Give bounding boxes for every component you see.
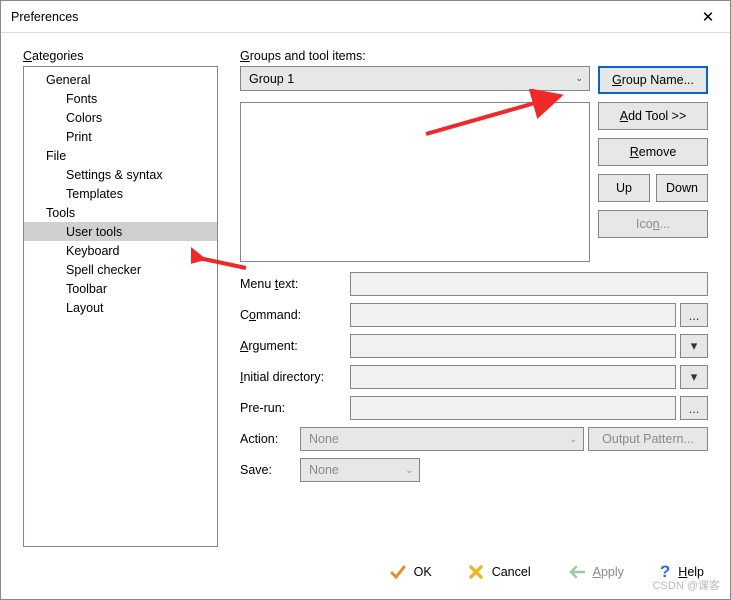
tree-item-user-tools[interactable]: User tools bbox=[24, 222, 217, 241]
dialog-footer: OK Cancel Apply ? Help bbox=[1, 551, 730, 599]
check-icon bbox=[390, 564, 406, 580]
pre-run-browse-button[interactable]: ... bbox=[680, 396, 708, 420]
group-name-button[interactable]: Group Name... bbox=[598, 66, 708, 94]
dropdown-icon: ▾ bbox=[691, 369, 698, 385]
titlebar: Preferences ✕ bbox=[1, 1, 730, 33]
ellipsis-icon: ... bbox=[689, 401, 700, 416]
initial-dir-menu-button[interactable]: ▾ bbox=[680, 365, 708, 389]
command-input[interactable] bbox=[350, 303, 676, 327]
chevron-down-icon: ⌄ bbox=[575, 73, 583, 84]
categories-pane: Categories GeneralFontsColorsPrintFileSe… bbox=[23, 49, 218, 547]
apply-button[interactable]: Apply bbox=[567, 565, 624, 579]
action-select[interactable]: None ⌄ bbox=[300, 427, 584, 451]
tree-item-layout[interactable]: Layout bbox=[24, 298, 217, 317]
close-icon: ✕ bbox=[702, 8, 715, 26]
tree-item-colors[interactable]: Colors bbox=[24, 108, 217, 127]
group-select[interactable]: Group 1 ⌄ bbox=[240, 66, 590, 91]
preferences-dialog: Preferences ✕ Categories GeneralFontsCol… bbox=[0, 0, 731, 600]
action-select-value: None bbox=[309, 432, 339, 446]
cancel-icon bbox=[468, 564, 484, 580]
save-label: Save: bbox=[240, 463, 296, 477]
tree-item-keyboard[interactable]: Keyboard bbox=[24, 241, 217, 260]
save-select-value: None bbox=[309, 463, 339, 477]
groups-label: Groups and tool items: bbox=[240, 49, 708, 63]
argument-label: Argument: bbox=[240, 339, 346, 353]
ellipsis-icon: ... bbox=[689, 308, 700, 323]
categories-tree[interactable]: GeneralFontsColorsPrintFileSettings & sy… bbox=[23, 66, 218, 547]
remove-button[interactable]: Remove bbox=[598, 138, 708, 166]
categories-label: Categories bbox=[23, 49, 218, 63]
command-label: Command: bbox=[240, 308, 346, 322]
chevron-down-icon: ⌄ bbox=[405, 465, 413, 476]
add-tool-button[interactable]: Add Tool >> bbox=[598, 102, 708, 130]
argument-input[interactable] bbox=[350, 334, 676, 358]
tree-item-settings-syntax[interactable]: Settings & syntax bbox=[24, 165, 217, 184]
menu-text-label: Menu text: bbox=[240, 277, 346, 291]
output-pattern-button[interactable]: Output Pattern... bbox=[588, 427, 708, 451]
dropdown-icon: ▾ bbox=[691, 338, 698, 354]
group-select-value: Group 1 bbox=[249, 72, 294, 86]
up-button[interactable]: Up bbox=[598, 174, 650, 202]
initial-dir-input[interactable] bbox=[350, 365, 676, 389]
tool-settings-pane: Groups and tool items: Group 1 ⌄ Group N… bbox=[240, 49, 708, 547]
tree-item-templates[interactable]: Templates bbox=[24, 184, 217, 203]
cancel-button[interactable]: Cancel bbox=[468, 564, 531, 580]
tree-item-general[interactable]: General bbox=[24, 70, 217, 89]
categories-label-text: ategories bbox=[32, 49, 83, 63]
menu-text-input[interactable] bbox=[350, 272, 708, 296]
down-button[interactable]: Down bbox=[656, 174, 708, 202]
tree-item-file[interactable]: File bbox=[24, 146, 217, 165]
save-select[interactable]: None ⌄ bbox=[300, 458, 420, 482]
chevron-down-icon: ⌄ bbox=[569, 434, 577, 445]
ok-button[interactable]: OK bbox=[390, 564, 432, 580]
pre-run-input[interactable] bbox=[350, 396, 676, 420]
command-browse-button[interactable]: ... bbox=[680, 303, 708, 327]
initial-dir-label: Initial directory: bbox=[240, 370, 346, 384]
pre-run-label: Pre-run: bbox=[240, 401, 346, 415]
tree-item-toolbar[interactable]: Toolbar bbox=[24, 279, 217, 298]
tree-item-spell-checker[interactable]: Spell checker bbox=[24, 260, 217, 279]
tool-items-listbox[interactable] bbox=[240, 102, 590, 262]
close-button[interactable]: ✕ bbox=[686, 1, 730, 32]
apply-icon bbox=[567, 565, 585, 579]
action-label: Action: bbox=[240, 432, 296, 446]
window-title: Preferences bbox=[11, 10, 78, 24]
icon-button[interactable]: Icon... bbox=[598, 210, 708, 238]
tree-item-tools[interactable]: Tools bbox=[24, 203, 217, 222]
tree-item-print[interactable]: Print bbox=[24, 127, 217, 146]
watermark: CSDN @课客 bbox=[653, 577, 720, 593]
content: Categories GeneralFontsColorsPrintFileSe… bbox=[1, 33, 730, 551]
argument-menu-button[interactable]: ▾ bbox=[680, 334, 708, 358]
tree-item-fonts[interactable]: Fonts bbox=[24, 89, 217, 108]
